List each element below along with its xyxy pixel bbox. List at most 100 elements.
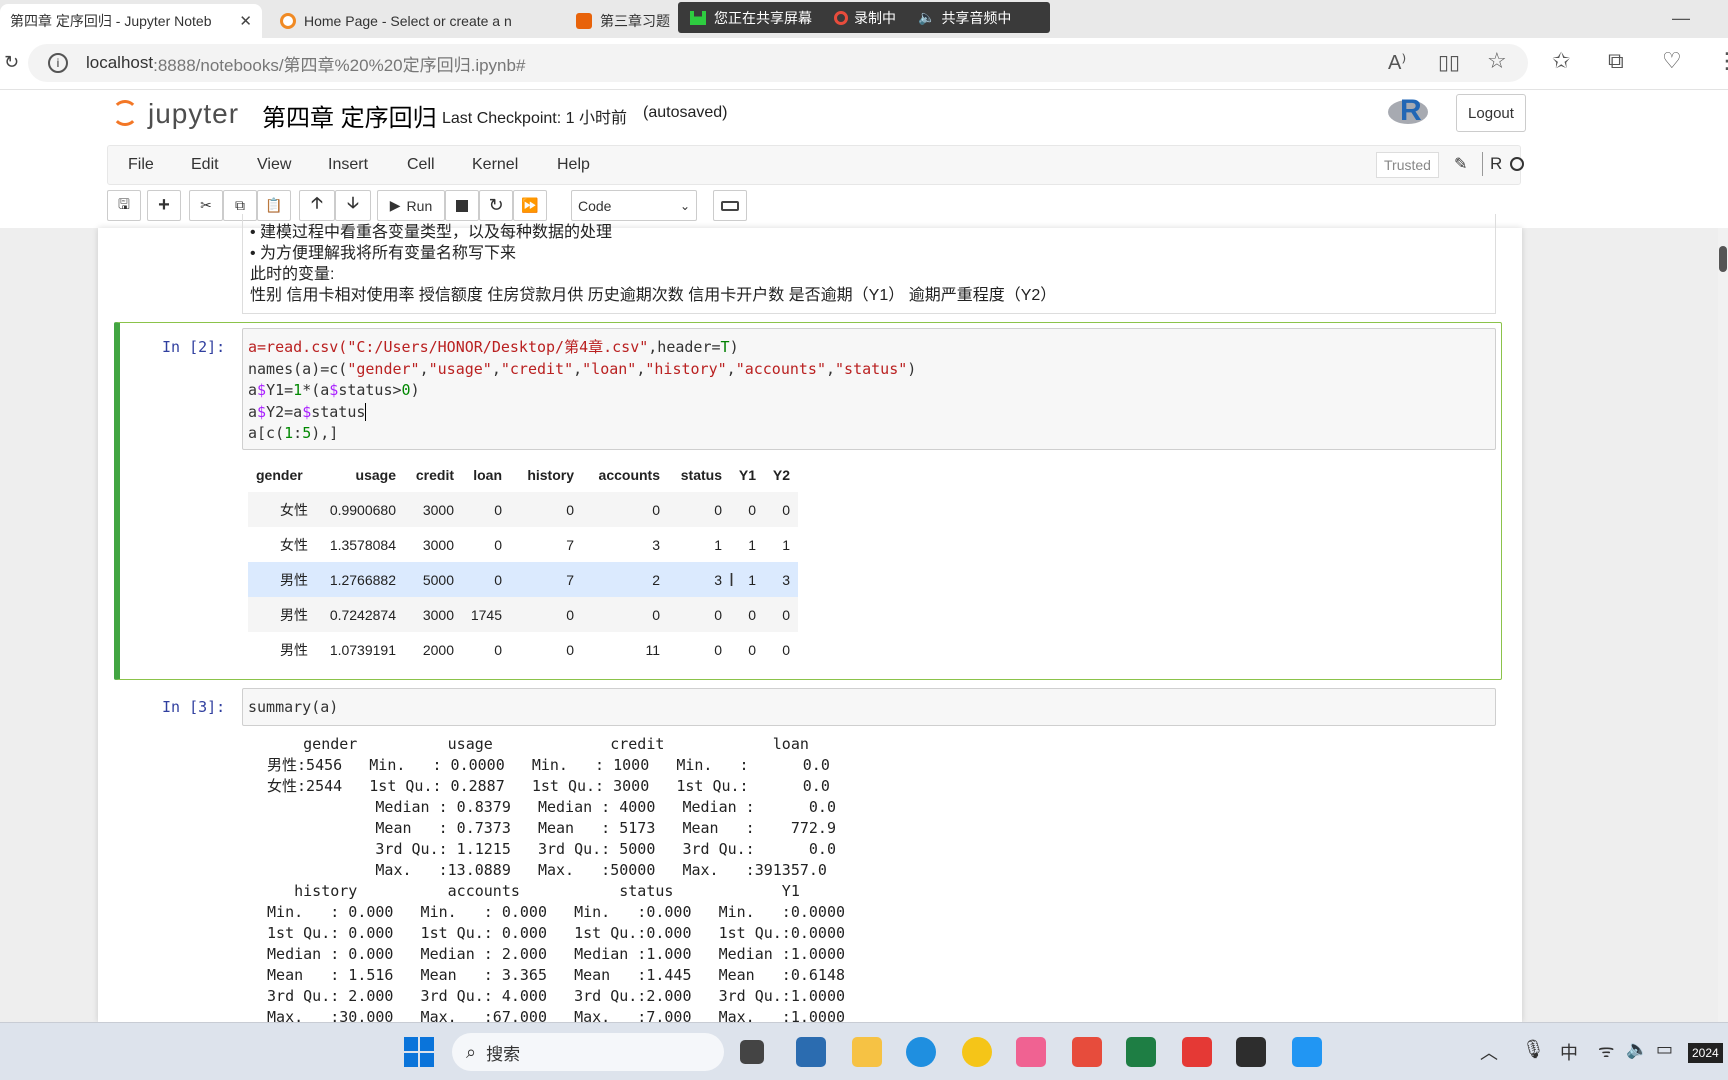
menu-file[interactable]: File [128, 156, 154, 174]
wifi-icon[interactable]: ᯤ [1598, 1039, 1614, 1063]
speaker-icon: 🔈 [918, 9, 936, 25]
edit-pencil-icon[interactable]: ✎ [1454, 154, 1467, 174]
clock[interactable]: 2024 [1688, 1043, 1723, 1063]
save-button[interactable]: 🖫 [107, 190, 141, 221]
column-header: Y1 [738, 467, 756, 483]
scrollbar-thumb[interactable] [1719, 246, 1727, 272]
xmind-icon[interactable] [1182, 1037, 1212, 1067]
table-cell: 3 [652, 536, 660, 553]
code-editor[interactable]: a=read.csv("C:/Users/HONOR/Desktop/第4章.c… [248, 337, 916, 445]
table-cell: 0 [510, 597, 582, 632]
search-placeholder: 搜索 [486, 1044, 521, 1064]
chevron-up-icon[interactable]: ︿ [1480, 1039, 1498, 1065]
table-cell: 0 [730, 597, 764, 632]
r-kernel-logo: R [1388, 94, 1430, 130]
table-cell: 1.2766882 [316, 562, 404, 597]
menu-edit[interactable]: Edit [191, 156, 219, 174]
menu-cell[interactable]: Cell [407, 156, 435, 174]
tab-title: Home Page - Select or create a n [304, 13, 512, 29]
tab-chapter-three[interactable]: 第三章习题 [566, 4, 686, 38]
star-icon[interactable]: ☆ [1487, 48, 1507, 74]
menu-kernel[interactable]: Kernel [472, 156, 518, 174]
close-tab-icon[interactable]: ✕ [239, 12, 252, 30]
favorites-icon[interactable]: ✩ [1552, 48, 1570, 74]
task-view-icon[interactable] [740, 1040, 764, 1064]
table-cell: 男性 [280, 641, 308, 658]
table-cell: 0 [510, 492, 582, 527]
menu-view[interactable]: View [257, 156, 291, 174]
table-cell: 0 [582, 597, 668, 632]
scrollbar[interactable] [1718, 228, 1728, 1022]
jupyter-logo-text[interactable]: jupyter [148, 98, 239, 130]
restart-icon: ↻ [488, 195, 504, 215]
logout-button[interactable]: Logout [1456, 94, 1526, 132]
minimize-icon[interactable]: — [1672, 8, 1690, 29]
table-row-hovered: 男性 1.2766882 5000 0 7 2 3 1 3 [248, 562, 798, 597]
code-input-area[interactable] [242, 688, 1496, 726]
meeting-app-icon[interactable] [1292, 1037, 1322, 1067]
pdf-app-icon[interactable] [1072, 1037, 1102, 1067]
table-cell: 1745 [462, 597, 510, 632]
share-indicator[interactable]: 您正在共享屏幕 [690, 8, 812, 28]
excel-icon[interactable] [1126, 1037, 1156, 1067]
cell-prompt: In [3]: [162, 698, 226, 716]
jupyter-header: jupyter 第四章 定序回归 Last Checkpoint: 1 小时前 … [0, 90, 1728, 144]
text-cursor-icon: I [729, 570, 735, 590]
table-cell: 3000 [404, 492, 462, 527]
cut-button[interactable]: ✂ [189, 190, 223, 221]
table-cell: 女性 [280, 536, 308, 553]
plus-icon: + [158, 194, 170, 216]
audio-label: 共享音频中 [941, 9, 1012, 26]
battery-icon[interactable]: ▭ [1656, 1039, 1673, 1060]
volume-icon[interactable]: 🔈 [1626, 1039, 1648, 1060]
info-icon[interactable]: i [48, 53, 68, 73]
insert-cell-button[interactable]: + [147, 190, 181, 221]
microphone-icon[interactable]: 🎙 [1522, 1039, 1545, 1060]
table-header-row: gender usage credit loan history account… [248, 458, 798, 492]
table-cell: 0 [748, 641, 756, 658]
jupyter-logo-icon[interactable] [110, 94, 140, 132]
table-cell: 女性 [248, 492, 316, 527]
menu-insert[interactable]: Insert [328, 156, 368, 174]
search-icon: ⌕ [466, 1041, 477, 1062]
url-path: :8888/notebooks/第四章%20%20定序回归.ipynb# [153, 55, 526, 75]
notebook-title[interactable]: 第四章 定序回归 [262, 98, 437, 133]
collections-icon[interactable]: ⧉ [1608, 48, 1624, 74]
table-cell: 7 [566, 536, 574, 553]
reader-view-icon[interactable]: ▯▯ [1438, 50, 1460, 75]
stop-icon [456, 199, 468, 212]
music-app-icon[interactable] [962, 1037, 992, 1067]
more-icon[interactable]: ⋮ [1716, 48, 1728, 74]
taskbar-search[interactable]: ⌕ 搜索 [452, 1033, 724, 1071]
code-editor[interactable]: summary(a) [248, 697, 338, 719]
table-cell: 0 [782, 641, 790, 658]
table-cell: 11 [645, 641, 660, 658]
table-cell: 0 [730, 492, 764, 527]
url-field[interactable]: i localhost :8888/notebooks/第四章%20%20定序回… [28, 44, 1528, 82]
dataframe-output: gender usage credit loan history account… [248, 458, 798, 667]
table-cell: 0 [668, 492, 730, 527]
tab-jupyter-notebook[interactable]: 第四章 定序回归 - Jupyter Noteb ✕ [0, 4, 262, 38]
menu-help[interactable]: Help [557, 156, 590, 174]
terminal-icon[interactable] [1236, 1037, 1266, 1067]
refresh-icon[interactable]: ↻ [4, 52, 19, 73]
file-explorer-icon[interactable] [852, 1037, 882, 1067]
browser-essentials-icon[interactable]: ♡ [1662, 48, 1682, 74]
edge-browser-icon[interactable] [906, 1037, 936, 1067]
table-cell: 2000 [422, 641, 454, 658]
scissors-icon: ✂ [200, 197, 212, 213]
tab-home-page[interactable]: Home Page - Select or create a n [270, 4, 560, 38]
markdown-content: • 建模过程中看重各变量类型，以及每种数据的处理 • 为方便理解我将所有变量名称… [250, 222, 1056, 306]
screen-share-bar: 您正在共享屏幕 录制中 🔈 共享音频中 [678, 2, 1050, 33]
audio-indicator[interactable]: 🔈 共享音频中 [918, 8, 1011, 28]
keyboard-icon [721, 200, 739, 211]
table-cell: 0 [494, 641, 502, 658]
media-app-icon[interactable] [1016, 1037, 1046, 1067]
ime-indicator[interactable]: 中 [1560, 1039, 1578, 1065]
store-icon[interactable] [796, 1037, 826, 1067]
start-menu-icon[interactable] [404, 1037, 434, 1067]
trusted-indicator[interactable]: Trusted [1376, 152, 1439, 178]
recording-indicator[interactable]: 录制中 [834, 8, 896, 28]
column-header: status [680, 467, 722, 483]
read-aloud-icon[interactable]: A⁾ [1388, 50, 1406, 75]
